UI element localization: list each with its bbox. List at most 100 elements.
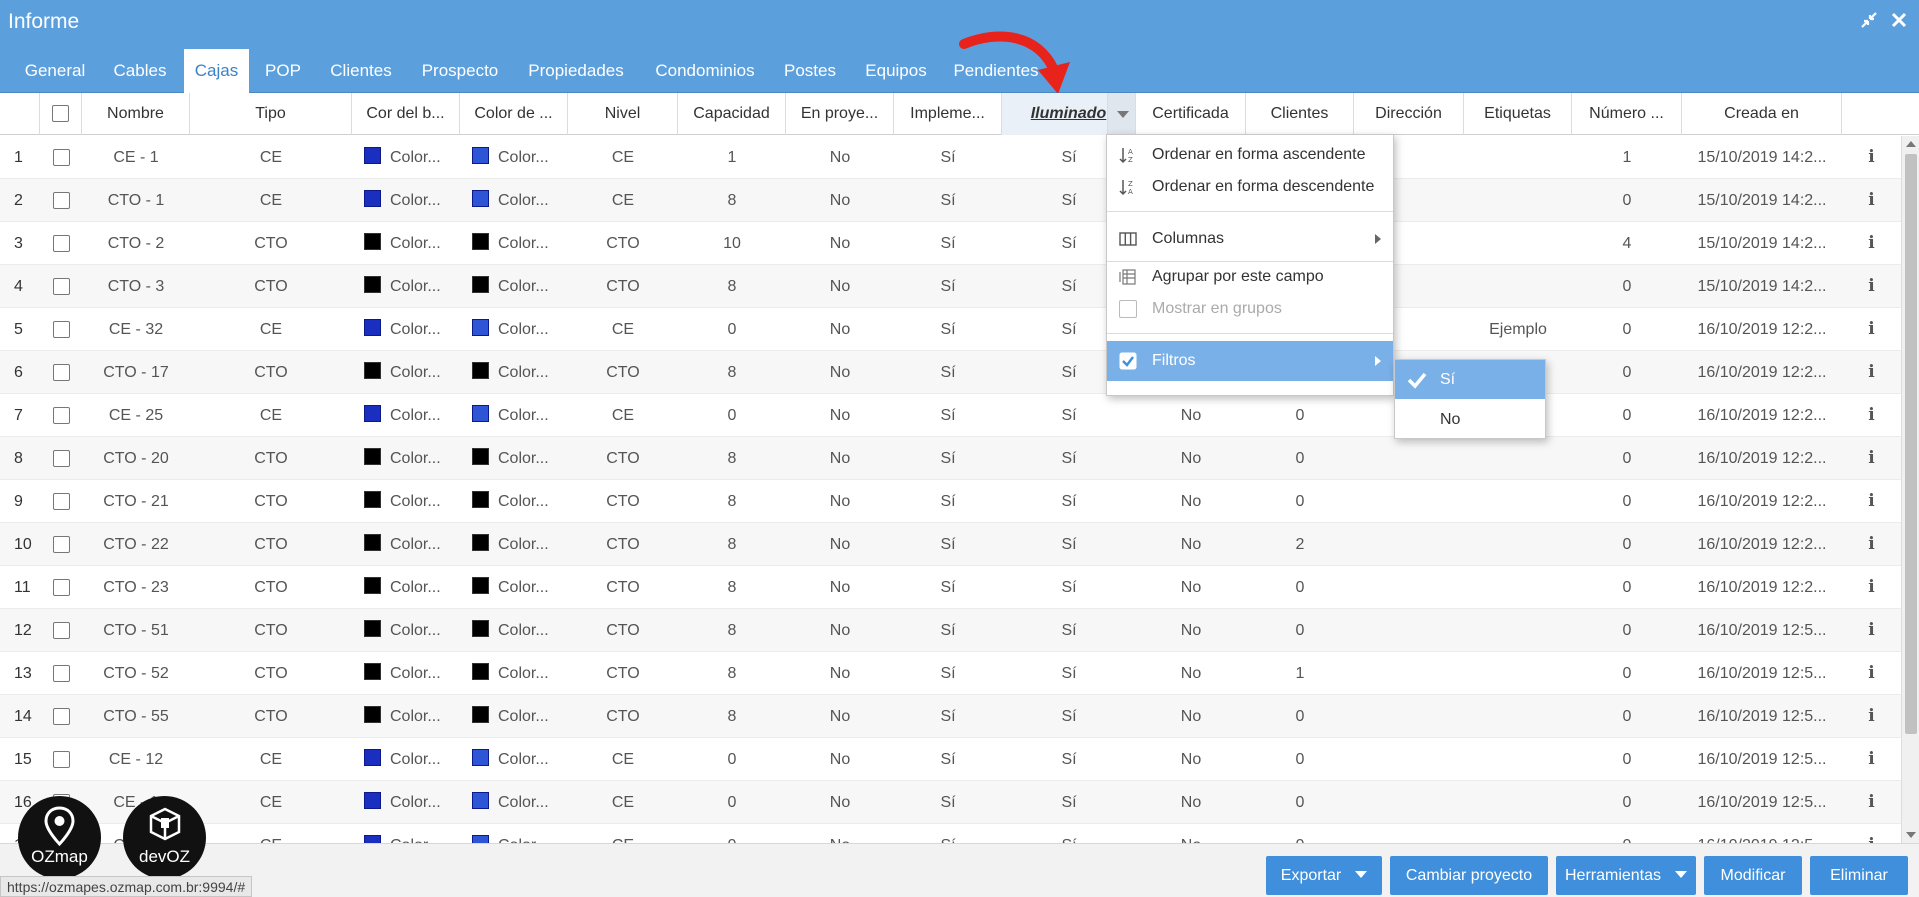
tools-button[interactable]: Herramientas — [1556, 856, 1696, 895]
header-color[interactable]: Color de ... — [460, 93, 568, 135]
info-icon[interactable]: i — [1868, 405, 1874, 425]
table-row[interactable]: 11 CTO - 23 CTO Color... Color... CTO 8 No Sí Sí N… — [0, 566, 1901, 609]
header-nivel[interactable]: Nivel — [568, 93, 678, 135]
info-icon[interactable]: i — [1868, 190, 1874, 210]
header-tipo[interactable]: Tipo — [190, 93, 352, 135]
menu-filters[interactable]: Filtros — [1107, 341, 1393, 381]
info-icon[interactable]: i — [1868, 835, 1874, 843]
header-numero[interactable]: Número ... — [1572, 93, 1682, 135]
scrollbar-thumb[interactable] — [1905, 154, 1917, 734]
cell-color: Color... — [460, 437, 568, 480]
table-row[interactable]: 2 CTO - 1 CE Color... Color... CE 8 No Sí Sí 0 15/1… — [0, 179, 1901, 222]
row-checkbox[interactable] — [52, 579, 70, 597]
cell-cor-text: Color... — [390, 321, 441, 338]
row-checkbox[interactable] — [52, 278, 70, 296]
tab-condominios[interactable]: Condominios — [644, 49, 766, 93]
info-icon[interactable]: i — [1868, 577, 1874, 597]
row-checkbox[interactable] — [52, 708, 70, 726]
table-row[interactable]: 10 CTO - 22 CTO Color... Color... CTO 8 No Sí Sí N… — [0, 523, 1901, 566]
vertical-scrollbar[interactable] — [1901, 136, 1919, 843]
cell-implementado-text: Sí — [940, 622, 956, 639]
table-row[interactable]: 8 CTO - 20 CTO Color... Color... CTO 8 No Sí Sí No… — [0, 437, 1901, 480]
row-checkbox[interactable] — [52, 235, 70, 253]
tab-cajas[interactable]: Cajas — [184, 49, 249, 93]
table-row[interactable]: 6 CTO - 17 CTO Color... Color... CTO 8 No Sí Sí 0 1… — [0, 351, 1901, 394]
header-menu-trigger-icon[interactable] — [1108, 93, 1136, 135]
export-button[interactable]: Exportar — [1266, 856, 1382, 895]
info-icon[interactable]: i — [1868, 663, 1874, 683]
tab-prospecto[interactable]: Prospecto — [412, 49, 508, 93]
cell-checkbox — [40, 437, 82, 480]
cell-capacidad-text: 0 — [727, 321, 737, 338]
info-icon[interactable]: i — [1868, 233, 1874, 253]
row-checkbox[interactable] — [52, 407, 70, 425]
tab-equipos[interactable]: Equipos — [854, 49, 938, 93]
collapse-icon[interactable] — [1859, 10, 1879, 30]
row-checkbox[interactable] — [52, 665, 70, 683]
info-icon[interactable]: i — [1868, 362, 1874, 382]
table-row[interactable]: 4 CTO - 3 CTO Color... Color... CTO 8 No Sí Sí 0 15… — [0, 265, 1901, 308]
tab-cables[interactable]: Cables — [104, 49, 176, 93]
tab-clientes[interactable]: Clientes — [318, 49, 404, 93]
row-checkbox[interactable] — [52, 536, 70, 554]
header-etiquetas[interactable]: Etiquetas — [1464, 93, 1572, 135]
table-row[interactable]: 5 CE - 32 CE Color... Color... CE 0 No Sí Sí Ejemp… — [0, 308, 1901, 351]
info-icon[interactable]: i — [1868, 792, 1874, 812]
select-all-checkbox[interactable] — [52, 105, 69, 123]
table-row[interactable]: 17CE - 1CEColor...Color...CE0NoSíSíNo001… — [0, 824, 1901, 843]
info-icon[interactable]: i — [1868, 534, 1874, 554]
filter-option-yes[interactable]: Sí — [1395, 360, 1545, 399]
row-checkbox[interactable] — [52, 192, 70, 210]
menu-columns[interactable]: Columnas — [1107, 219, 1393, 259]
modify-button[interactable]: Modificar — [1704, 856, 1802, 895]
tab-postes[interactable]: Postes — [774, 49, 846, 93]
menu-sort-descending[interactable]: ZA Ordenar en forma descendente — [1107, 167, 1393, 207]
cell-certificada-text: No — [1180, 407, 1202, 424]
header-certificada[interactable]: Certificada — [1136, 93, 1246, 135]
info-icon[interactable]: i — [1868, 491, 1874, 511]
info-icon[interactable]: i — [1868, 448, 1874, 468]
header-cor[interactable]: Cor del b... — [352, 93, 460, 135]
table-row[interactable]: 16 CE - 1 CE Color... Color... CE 0 No Sí Sí No 0 0 1… — [0, 781, 1901, 824]
row-checkbox[interactable] — [52, 149, 70, 167]
change-project-button[interactable]: Cambiar proyecto — [1390, 856, 1548, 895]
filter-option-no[interactable]: No — [1395, 400, 1545, 439]
row-checkbox[interactable] — [52, 751, 70, 769]
header-implementado[interactable]: Impleme... — [894, 93, 1002, 135]
table-row[interactable]: 7 CE - 25 CE Color... Color... CE 0 No Sí Sí No 0 0 1… — [0, 394, 1901, 437]
table-row[interactable]: 15 CE - 12 CE Color... Color... CE 0 No Sí Sí No 0 0… — [0, 738, 1901, 781]
header-clientes[interactable]: Clientes — [1246, 93, 1354, 135]
header-iluminado[interactable]: Iluminado — [1002, 93, 1108, 135]
row-checkbox[interactable] — [52, 493, 70, 511]
info-icon[interactable]: i — [1868, 276, 1874, 296]
header-select-all[interactable] — [40, 93, 82, 135]
header-proyecto[interactable]: En proye... — [786, 93, 894, 135]
header-direccion[interactable]: Dirección — [1354, 93, 1464, 135]
header-creada[interactable]: Creada en — [1682, 93, 1842, 135]
info-icon[interactable]: i — [1868, 749, 1874, 769]
header-capacidad[interactable]: Capacidad — [678, 93, 786, 135]
tab-pop[interactable]: POP — [256, 49, 310, 93]
table-row[interactable]: 1 CE - 1 CE Color... Color... CE 1 No Sí Sí 1 15/10… — [0, 136, 1901, 179]
close-icon[interactable] — [1889, 10, 1909, 30]
tab-general[interactable]: General — [12, 49, 98, 93]
row-checkbox[interactable] — [52, 450, 70, 468]
cell-info: i — [1842, 566, 1901, 609]
info-icon[interactable]: i — [1868, 147, 1874, 167]
table-row[interactable]: 3 CTO - 2 CTO Color... Color... CTO 10 No Sí Sí 4 1… — [0, 222, 1901, 265]
scroll-down-icon[interactable] — [1906, 832, 1916, 838]
tab-propiedades[interactable]: Propiedades — [516, 49, 636, 93]
table-row[interactable]: 13 CTO - 52 CTO Color... Color... CTO 8 No Sí Sí N… — [0, 652, 1901, 695]
table-row[interactable]: 12 CTO - 51 CTO Color... Color... CTO 8 No Sí Sí N… — [0, 609, 1901, 652]
scroll-up-icon[interactable] — [1906, 141, 1916, 147]
info-icon[interactable]: i — [1868, 706, 1874, 726]
row-checkbox[interactable] — [52, 622, 70, 640]
table-row[interactable]: 9 CTO - 21 CTO Color... Color... CTO 8 No Sí Sí No… — [0, 480, 1901, 523]
row-checkbox[interactable] — [52, 364, 70, 382]
info-icon[interactable]: i — [1868, 620, 1874, 640]
row-checkbox[interactable] — [52, 321, 70, 339]
delete-button[interactable]: Eliminar — [1810, 856, 1908, 895]
info-icon[interactable]: i — [1868, 319, 1874, 339]
table-row[interactable]: 14 CTO - 55 CTO Color... Color... CTO 8 No Sí Sí N… — [0, 695, 1901, 738]
header-nombre[interactable]: Nombre — [82, 93, 190, 135]
